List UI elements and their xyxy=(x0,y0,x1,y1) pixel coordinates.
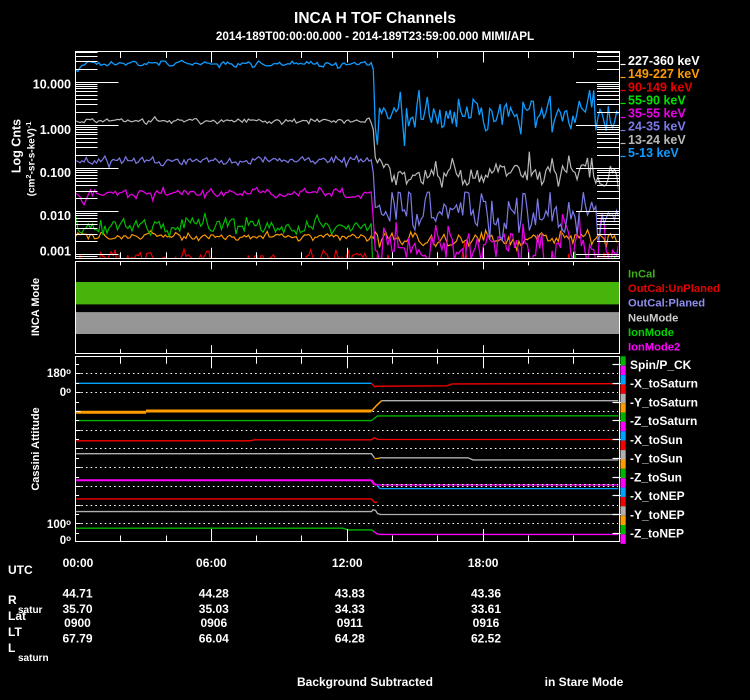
svg-text:(cm2-sr-s-keV)-1: (cm2-sr-s-keV)-1 xyxy=(24,122,38,197)
svg-text:33.61: 33.61 xyxy=(471,602,501,616)
svg-text:Lat: Lat xyxy=(8,609,26,623)
svg-text:OutCal:UnPlaned: OutCal:UnPlaned xyxy=(628,283,720,295)
svg-text:-Z_toNEP: -Z_toNEP xyxy=(630,527,684,541)
svg-text:INCA H TOF Channels: INCA H TOF Channels xyxy=(294,10,456,27)
svg-text:43.36: 43.36 xyxy=(471,587,501,601)
svg-text:R: R xyxy=(8,593,17,607)
svg-text:67.79: 67.79 xyxy=(62,632,92,646)
svg-text:0911: 0911 xyxy=(337,616,363,630)
svg-text:-Y_toNEP: -Y_toNEP xyxy=(630,508,685,522)
svg-text:43.83: 43.83 xyxy=(335,587,365,601)
svg-text:Log Cnts: Log Cnts xyxy=(10,119,24,173)
svg-text:0906: 0906 xyxy=(200,616,227,630)
svg-text:12:00: 12:00 xyxy=(332,556,363,570)
svg-text:18:00: 18:00 xyxy=(468,556,499,570)
svg-text:0.010: 0.010 xyxy=(40,209,71,223)
svg-text:35.70: 35.70 xyxy=(62,602,92,616)
svg-text:-X_toSaturn: -X_toSaturn xyxy=(630,377,698,391)
svg-text:5-13 keV: 5-13 keV xyxy=(628,146,679,160)
svg-text:0.001: 0.001 xyxy=(40,245,71,259)
svg-text:in Stare Mode: in Stare Mode xyxy=(545,675,624,689)
svg-text:INCA Mode: INCA Mode xyxy=(30,278,42,336)
svg-text:NeuMode: NeuMode xyxy=(628,312,678,324)
svg-text:90-149 keV: 90-149 keV xyxy=(628,80,693,94)
svg-text:UTC: UTC xyxy=(8,563,33,577)
svg-text:44.71: 44.71 xyxy=(62,587,92,601)
svg-text:-Z_toSaturn: -Z_toSaturn xyxy=(630,414,697,428)
svg-text:13-24 keV: 13-24 keV xyxy=(628,133,686,147)
svg-text:10.000: 10.000 xyxy=(33,78,71,92)
svg-text:InCal: InCal xyxy=(628,268,655,280)
svg-text:00:00: 00:00 xyxy=(63,556,94,570)
svg-text:-Y_toSaturn: -Y_toSaturn xyxy=(630,395,698,409)
svg-text:1.000: 1.000 xyxy=(40,123,71,137)
svg-text:-Y_toSun: -Y_toSun xyxy=(630,452,683,466)
svg-text:saturn: saturn xyxy=(18,653,49,664)
svg-text:Cassini Attitude: Cassini Attitude xyxy=(30,407,42,490)
svg-text:55-90 keV: 55-90 keV xyxy=(628,93,686,107)
svg-text:IonMode: IonMode xyxy=(628,327,674,339)
svg-text:-X_toSun: -X_toSun xyxy=(630,433,683,447)
svg-text:-Z_toSun: -Z_toSun xyxy=(630,470,682,484)
svg-text:06:00: 06:00 xyxy=(196,556,227,570)
svg-text:35-55 keV: 35-55 keV xyxy=(628,107,686,121)
svg-text:L: L xyxy=(8,641,15,655)
svg-text:0916: 0916 xyxy=(473,616,500,630)
svg-text:LT: LT xyxy=(8,625,22,639)
svg-text:44.28: 44.28 xyxy=(199,587,229,601)
svg-text:24-35 keV: 24-35 keV xyxy=(628,120,686,134)
svg-text:-X_toNEP: -X_toNEP xyxy=(630,489,685,503)
svg-text:0.100: 0.100 xyxy=(40,166,71,180)
svg-text:35.03: 35.03 xyxy=(199,602,229,616)
svg-text:62.52: 62.52 xyxy=(471,632,501,646)
svg-text:OutCal:Planed: OutCal:Planed xyxy=(628,298,705,310)
svg-text:2014-189T00:00:00.000 - 2014-1: 2014-189T00:00:00.000 - 2014-189T23:59:0… xyxy=(216,30,534,43)
svg-text:64.28: 64.28 xyxy=(335,632,365,646)
svg-text:Spin/P_CK: Spin/P_CK xyxy=(630,358,692,372)
svg-text:227-360 keV: 227-360 keV xyxy=(628,54,700,68)
svg-text:Background Subtracted: Background Subtracted xyxy=(297,675,433,689)
svg-text:149-227 keV: 149-227 keV xyxy=(628,67,700,81)
svg-text:IonMode2: IonMode2 xyxy=(628,342,680,354)
svg-text:0900: 0900 xyxy=(64,616,91,630)
svg-text:66.04: 66.04 xyxy=(199,632,229,646)
svg-text:34.33: 34.33 xyxy=(335,602,365,616)
